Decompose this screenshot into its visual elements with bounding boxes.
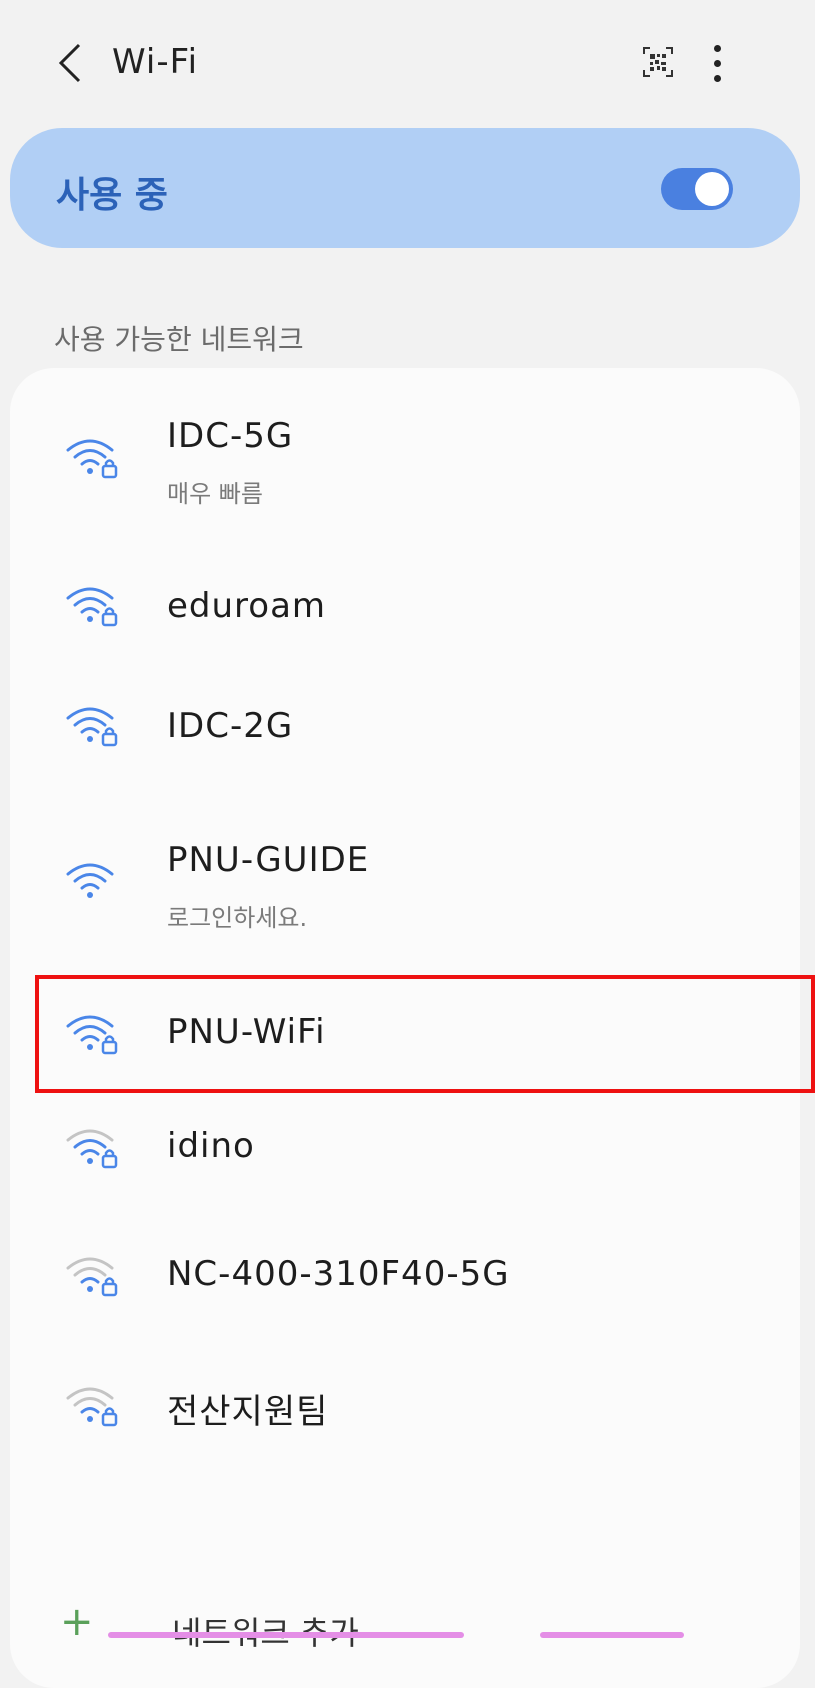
network-item-eduroam[interactable]: eduroam	[10, 548, 800, 668]
more-vert-icon	[713, 44, 721, 82]
network-ssid: PNU-GUIDE	[167, 840, 370, 880]
plus-icon: +	[60, 1599, 94, 1645]
more-options-button[interactable]	[700, 38, 734, 88]
add-network-button[interactable]: + 네트워크 추가	[0, 1602, 815, 1652]
page-title: Wi-Fi	[112, 42, 199, 82]
wifi-toggle[interactable]	[661, 168, 733, 210]
master-switch-label: 사용 중	[56, 175, 168, 216]
chevron-left-icon	[58, 43, 81, 83]
network-ssid: 전산지원팀	[167, 1392, 329, 1432]
wifi-lock-icon	[66, 1257, 118, 1297]
qr-code-icon	[643, 47, 673, 77]
gesture-bar-secondary	[540, 1632, 684, 1638]
network-item-pnu-wifi[interactable]: PNU-WiFi	[10, 978, 800, 1088]
network-status: 로그인하세요.	[167, 904, 308, 932]
network-item-idino[interactable]: idino	[10, 1092, 800, 1202]
network-ssid: idino	[167, 1126, 255, 1166]
wifi-lock-icon	[66, 707, 118, 747]
network-list: IDC-5G 매우 빠름 eduroam IDC-2G PNU-GUIDE 로그…	[10, 368, 800, 1688]
wifi-master-switch[interactable]: 사용 중	[10, 128, 800, 248]
network-item-pnu-guide[interactable]: PNU-GUIDE 로그인하세요.	[10, 824, 800, 964]
qr-scan-button[interactable]	[636, 40, 680, 84]
back-button[interactable]	[48, 38, 92, 88]
network-item-idc-5g[interactable]: IDC-5G 매우 빠름	[10, 404, 800, 524]
network-item-jeonsan[interactable]: 전산지원팀	[10, 1350, 800, 1460]
network-ssid: PNU-WiFi	[167, 1012, 326, 1052]
network-item-nc-400[interactable]: NC-400-310F40-5G	[10, 1220, 800, 1330]
wifi-lock-icon	[66, 1015, 118, 1055]
network-item-idc-2g[interactable]: IDC-2G	[10, 668, 800, 788]
available-networks-heading: 사용 가능한 네트워크	[54, 323, 304, 356]
gesture-bar	[108, 1632, 464, 1638]
wifi-open-icon	[66, 863, 114, 898]
wifi-lock-icon	[66, 587, 118, 627]
wifi-lock-icon	[66, 1129, 118, 1169]
app-bar: Wi-Fi	[0, 0, 815, 130]
wifi-lock-icon	[66, 1387, 118, 1427]
network-ssid: eduroam	[167, 586, 327, 626]
network-ssid: NC-400-310F40-5G	[167, 1254, 510, 1294]
wifi-lock-icon	[66, 439, 118, 479]
network-ssid: IDC-5G	[167, 416, 294, 456]
network-ssid: IDC-2G	[167, 706, 294, 746]
add-network-label: 네트워크 추가	[172, 1608, 359, 1654]
network-status: 매우 빠름	[167, 480, 263, 508]
